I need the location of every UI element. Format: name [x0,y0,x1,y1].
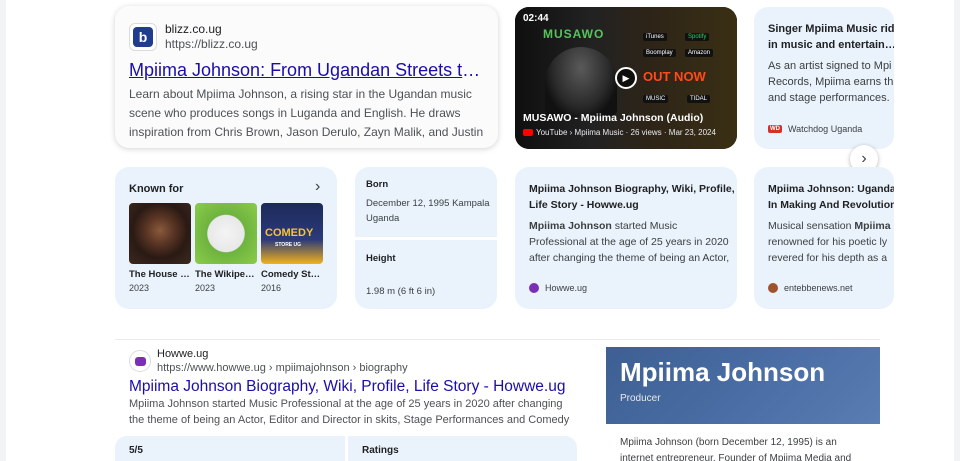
watchdog-favicon: WD [768,125,782,133]
comedy-thumb-text: COMEDY [265,227,314,239]
watchdog-snippet-1: As an artist signed to Mpi [768,60,892,72]
music-badge: MUSIC [643,95,669,103]
site-name: blizz.co.ug [165,22,222,36]
ratings-label: Ratings [362,445,399,456]
amazon-badge: Amazon [685,49,714,57]
howwe-favicon [529,283,539,293]
video-meta-text: YouTube › Mpiima Music · 26 views · Mar … [536,128,716,137]
watchdog-snippet-3: and stage performances. [768,92,890,104]
howwe-favicon [129,350,151,372]
watchdog-snippet-2: Records, Mpiima earns th [768,76,894,88]
boomplay-badge: Boomplay [643,49,676,57]
entebbe-snippet-bold: Mpiima [854,220,891,232]
house-thumbnail [129,203,191,264]
howwe-card[interactable]: Mpiima Johnson Biography, Wiki, Profile,… [515,167,737,309]
comedy-thumb-sub: STORE UG [275,242,302,248]
knowledge-panel-description: Mpiima Johnson (born December 12, 1995) … [620,437,852,461]
known-for-card[interactable]: Known for › The House … 2023 The Wikipe…… [115,167,337,309]
blizz-favicon: b [129,23,157,51]
result-source[interactable]: Howwe.ug https://www.howwe.ug › mpiimajo… [129,347,408,375]
born-label: Born [366,179,389,190]
watchdog-source: WD Watchdog Uganda [768,124,862,134]
howwe-snippet-2: Professional at the age of 25 years in 2… [529,236,729,248]
scrollbar-track[interactable] [954,0,960,461]
entebbe-snippet-2: renowned for his poetic ly [768,236,888,248]
spotify-badge: Spotify [685,33,710,41]
known-for-item[interactable]: The House … 2023 [129,203,191,293]
watchdog-title-2: in music and entertain… [768,39,894,51]
howwe-snippet-bold: Mpiima Johnson [529,220,612,232]
entebbe-favicon [768,283,778,293]
knowledge-panel: Mpiima Johnson Producer Mpiima Johnson (… [606,347,880,461]
height-value: 1.98 m (6 ft 6 in) [366,286,436,297]
known-for-year: 2023 [195,283,216,293]
chevron-right-icon[interactable]: › [315,178,320,196]
howwe-title-1: Mpiima Johnson Biography, Wiki, Profile, [529,183,735,195]
site-url: https://www.howwe.ug › mpiimajohnson › b… [157,362,408,374]
video-card[interactable]: 02:44 MUSAWO ▶ iTunes Spotify Boomplay A… [515,7,737,149]
howwe-source-name: Howwe.ug [545,283,588,293]
video-duration: 02:44 [523,13,549,24]
wikipedia-thumbnail [195,203,257,264]
entebbe-snippet-1: Musical sensation Mpiima [768,218,891,234]
ratings-box[interactable]: Ratings [348,436,577,461]
known-for-label: Known for [129,183,184,195]
howwe-snippet-rest: started Music [611,220,678,232]
entebbe-title-1: Mpiima Johnson: Uganda [768,183,894,195]
section-divider [115,339,880,340]
left-gutter [0,0,6,461]
rating-score-box: 5/5 [115,436,345,461]
known-for-title: The Wikipe… [195,269,255,280]
known-for-year: 2016 [261,283,282,293]
result-card-blizz[interactable]: b blizz.co.ug https://blizz.co.ug Mpiima… [115,6,498,148]
chevron-right-icon: › [861,150,867,167]
knowledge-panel-name: Mpiima Johnson [620,357,826,387]
howwe-source: Howwe.ug [529,283,587,293]
known-for-year: 2023 [129,283,150,293]
born-value-2: Uganda [366,213,400,224]
entebbe-title-2: In Making And Revolution [768,199,894,211]
video-art-title: MUSAWO [543,27,605,41]
video-meta: YouTube › Mpiima Music · 26 views · Mar … [523,128,716,137]
out-now-text: OUT NOW [643,69,706,84]
site-url: https://blizz.co.ug [165,37,258,51]
result-snippet: Learn about Mpiima Johnson, a rising sta… [129,87,484,139]
comedy-store-thumbnail: COMEDY STORE UG [261,203,323,264]
known-for-item[interactable]: The Wikipe… 2023 [195,203,257,293]
site-name: Howwe.ug [157,348,209,360]
result-title-link[interactable]: Mpiima Johnson: From Ugandan Streets to… [129,58,484,82]
result-source[interactable]: b blizz.co.ug https://blizz.co.ug [129,22,258,52]
watchdog-source-name: Watchdog Uganda [788,124,863,134]
known-for-item[interactable]: COMEDY STORE UG Comedy St… 2016 [261,203,323,293]
result-snippet: Mpiima Johnson started Music Professiona… [129,398,570,426]
height-label: Height [366,253,396,264]
howwe-title-2: Life Story - Howwe.ug [529,199,639,211]
rating-score: 5/5 [129,445,143,456]
result-howwe[interactable]: Howwe.ug https://www.howwe.ug › mpiimajo… [115,345,585,435]
entebbe-snippet-pre: Musical sensation [768,220,855,232]
knowledge-panel-subtitle: Producer [620,393,661,404]
hooded-figure-image [545,47,617,117]
born-value-1: December 12, 1995 Kampala [366,198,490,209]
howwe-snippet-1: Mpiima Johnson started Music [529,218,677,234]
itunes-badge: iTunes [643,33,667,41]
born-card: Born December 12, 1995 Kampala Uganda [355,167,497,237]
result-title-link[interactable]: Mpiima Johnson Biography, Wiki, Profile,… [129,376,579,398]
entebbe-snippet-3: revered for his depth as a [768,252,888,264]
watchdog-card[interactable]: Singer Mpiima Music ridin in music and e… [754,7,894,149]
known-for-title: Comedy St… [261,269,321,280]
entebbe-source-name: entebbenews.net [784,283,853,293]
known-for-title: The House … [129,269,190,280]
video-title[interactable]: MUSAWO - Mpiima Johnson (Audio) [523,112,703,124]
entebbe-card[interactable]: Mpiima Johnson: Uganda In Making And Rev… [754,167,894,309]
play-icon[interactable]: ▶ [615,67,637,89]
youtube-icon [523,129,533,136]
watchdog-title-1: Singer Mpiima Music ridin [768,23,894,35]
height-card: Height 1.98 m (6 ft 6 in) [355,240,497,309]
tidal-badge: TIDAL [687,95,711,103]
howwe-snippet-3: after changing the theme of being an Act… [529,252,730,264]
entebbe-source: entebbenews.net [768,283,853,293]
